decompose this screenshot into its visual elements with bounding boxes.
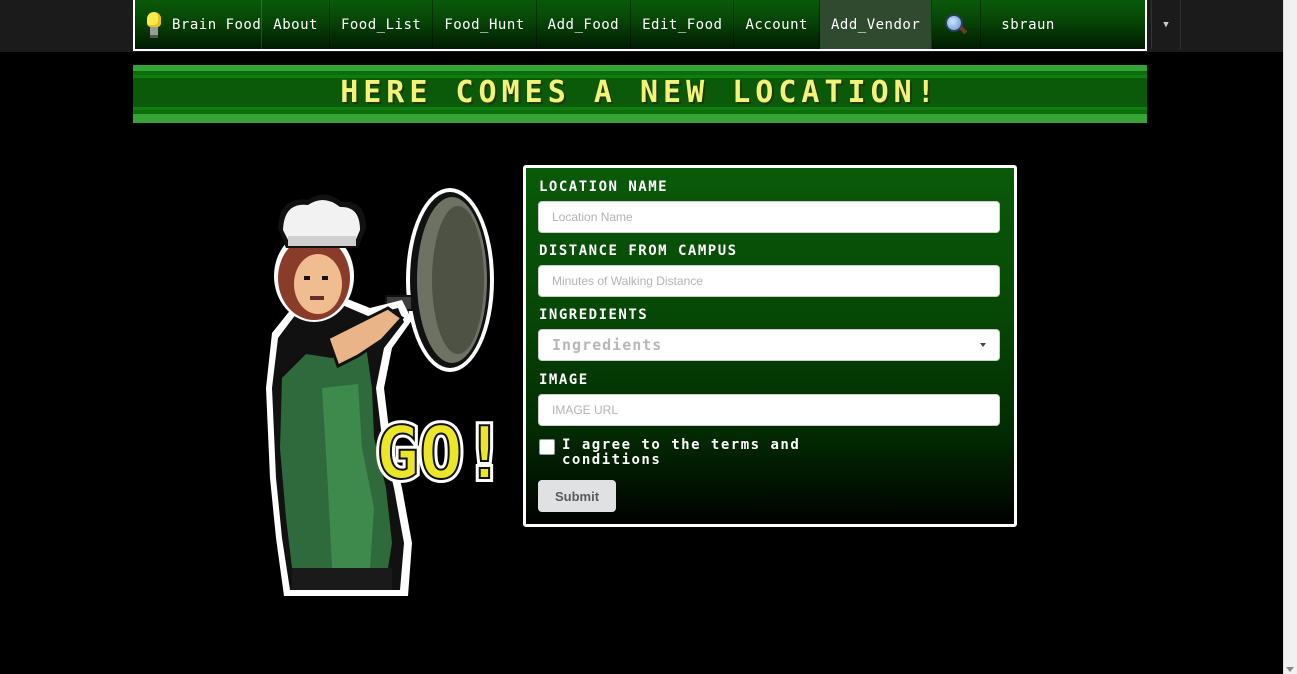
nav-item-edit-food[interactable]: Edit_Food [631, 0, 735, 49]
main-navbar: Brain Food About Food_List Food_Hunt Add… [133, 0, 1147, 51]
nav-item-add-food[interactable]: Add_Food [537, 0, 632, 49]
terms-label: I agree to the terms and conditions [562, 437, 801, 468]
magnifier-icon [945, 13, 968, 36]
add-vendor-form: LOCATION NAME DISTANCE FROM CAMPUS INGRE… [523, 165, 1017, 527]
go-text: GO! GO! [372, 407, 498, 499]
location-name-input[interactable] [538, 201, 1000, 233]
username: sbraun [1001, 16, 1055, 33]
nav-label: Add_Food [547, 16, 620, 33]
image-label: IMAGE [539, 372, 589, 388]
distance-label: DISTANCE FROM CAMPUS [539, 243, 738, 259]
distance-input[interactable] [538, 265, 1000, 297]
brand-label: Brain Food [172, 16, 262, 33]
nav-label: Edit_Food [642, 16, 723, 33]
ingredients-dropdown[interactable]: Ingredients [538, 329, 1000, 361]
chevron-down-icon [980, 343, 986, 347]
nav-item-account[interactable]: Account [734, 0, 820, 49]
scroll-down-arrow-icon[interactable] [1286, 667, 1294, 672]
nav-item-food-hunt[interactable]: Food_Hunt [433, 0, 537, 49]
page-scrollbar[interactable] [1283, 0, 1297, 674]
nav-label: About [273, 16, 318, 33]
nav-item-add-vendor[interactable]: Add_Vendor [819, 0, 933, 49]
frying-pan-icon [385, 188, 494, 372]
location-name-label: LOCATION NAME [539, 179, 669, 195]
nav-label: Add_Vendor [830, 16, 921, 33]
svg-text:GO!: GO! [376, 411, 498, 495]
nav-item-about[interactable]: About [262, 0, 330, 49]
nav-label: Food_List [340, 16, 422, 33]
user-dropdown-toggle[interactable]: ▼ [1151, 0, 1181, 49]
terms-checkbox[interactable] [539, 439, 555, 455]
submit-button[interactable]: Submit [538, 480, 616, 512]
image-url-input[interactable] [538, 394, 1000, 426]
brand-link[interactable]: Brain Food [135, 0, 263, 49]
chef-illustration: GO! GO! [266, 188, 498, 596]
caret-down-icon: ▼ [1163, 19, 1169, 30]
page-banner: HERE COMES A NEW LOCATION! [133, 65, 1147, 123]
nav-label: Account [745, 16, 808, 33]
user-menu[interactable]: sbraun [981, 0, 1061, 49]
nav-label: Food_Hunt [444, 16, 525, 33]
ingredients-placeholder: Ingredients [552, 336, 663, 354]
banner-title: HERE COMES A NEW LOCATION! [340, 75, 940, 110]
search-button[interactable] [932, 0, 982, 49]
ingredients-label: INGREDIENTS [539, 307, 649, 323]
nav-item-food-list[interactable]: Food_List [330, 0, 434, 49]
lightbulb-icon [145, 11, 163, 38]
